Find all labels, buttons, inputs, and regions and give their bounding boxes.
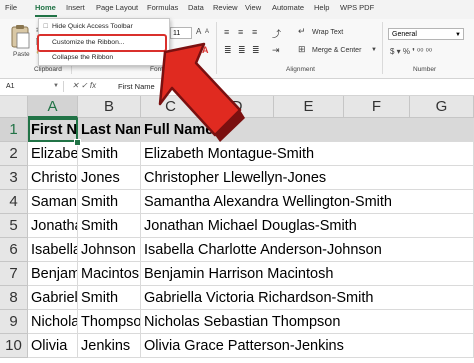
annotation-arrow-icon bbox=[158, 42, 245, 142]
